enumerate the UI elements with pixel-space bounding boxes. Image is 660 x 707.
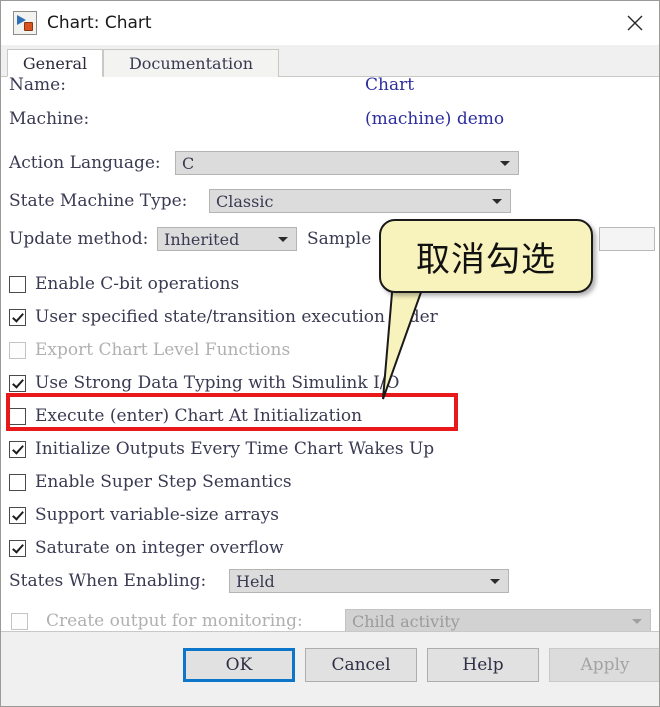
update-method-dropdown[interactable]: Inherited xyxy=(157,227,297,251)
checkbox-export-chart-level-functions: Export Chart Level Functions xyxy=(9,339,290,361)
close-icon xyxy=(627,15,643,31)
state-machine-type-value: Classic xyxy=(216,191,274,211)
update-method-label: Update method: xyxy=(9,229,149,249)
chart-icon-square xyxy=(24,22,33,31)
apply-button: Apply xyxy=(549,648,659,682)
callout-tail xyxy=(382,275,427,400)
action-language-dropdown[interactable]: C xyxy=(175,151,519,175)
tab-strip: General Documentation xyxy=(1,45,659,77)
machine-value: (machine) demo xyxy=(365,109,505,129)
states-when-enabling-label: States When Enabling: xyxy=(9,571,207,591)
name-label: Name: xyxy=(9,75,66,95)
ok-button[interactable]: OK xyxy=(183,648,295,682)
ok-button-label: OK xyxy=(225,655,253,675)
action-language-label: Action Language: xyxy=(9,153,161,173)
state-machine-type-row: State Machine Type: Classic xyxy=(1,187,659,219)
checkbox-box xyxy=(9,407,26,425)
general-tab-panel: Name: Chart Machine: (machine) demo Acti… xyxy=(1,75,659,633)
annotation-callout: 取消勾选 xyxy=(379,219,593,293)
checkbox-initialize-outputs-every-time[interactable]: Initialize Outputs Every Time Chart Wake… xyxy=(9,438,434,460)
tab-general-label: General xyxy=(22,53,88,73)
close-button[interactable] xyxy=(609,1,659,45)
chevron-down-icon xyxy=(278,237,288,242)
checkbox-enable-super-step-semantics[interactable]: Enable Super Step Semantics xyxy=(9,471,292,493)
sample-time-label: Sample xyxy=(307,229,372,249)
window-title: Chart: Chart xyxy=(47,13,152,33)
checkbox-label: Enable Super Step Semantics xyxy=(35,472,292,492)
checkbox-label: Execute (enter) Chart At Initialization xyxy=(35,406,363,426)
update-method-value: Inherited xyxy=(164,229,240,249)
help-button[interactable]: Help xyxy=(427,648,539,682)
checkbox-enable-c-bit-operations[interactable]: Enable C-bit operations xyxy=(9,273,239,295)
checkbox-label: Initialize Outputs Every Time Chart Wake… xyxy=(35,439,435,459)
checkbox-support-variable-size-arrays[interactable]: Support variable-size arrays xyxy=(9,504,279,526)
cancel-button-label: Cancel xyxy=(331,655,391,675)
states-when-enabling-dropdown[interactable]: Held xyxy=(229,569,509,593)
checkbox-label: Saturate on integer overflow xyxy=(35,538,284,558)
action-language-row: Action Language: C xyxy=(1,149,659,181)
create-output-dropdown: Child activity xyxy=(345,609,651,633)
state-machine-type-label: State Machine Type: xyxy=(9,191,188,211)
checkbox-label: User specified state/transition executio… xyxy=(35,307,438,327)
tab-documentation[interactable]: Documentation xyxy=(103,49,279,77)
stateflow-chart-icon xyxy=(13,11,37,35)
checkbox-execute-chart-at-initialization[interactable]: Execute (enter) Chart At Initialization xyxy=(9,405,362,427)
checkbox-box xyxy=(9,440,26,458)
tab-documentation-label: Documentation xyxy=(128,54,254,73)
checkbox-user-specified-execution-order[interactable]: User specified state/transition executio… xyxy=(9,306,438,328)
annotation-callout-text: 取消勾选 xyxy=(416,239,556,280)
action-language-value: C xyxy=(182,153,195,173)
checkbox-box xyxy=(9,341,26,359)
checkbox-box xyxy=(9,539,26,557)
help-button-label: Help xyxy=(462,655,504,675)
checkbox-box xyxy=(9,308,26,326)
checkbox-box xyxy=(9,275,26,293)
checkbox-box xyxy=(9,506,26,524)
checkbox-saturate-on-integer-overflow[interactable]: Saturate on integer overflow xyxy=(9,537,284,559)
name-value: Chart xyxy=(365,75,415,95)
states-when-enabling-row: States When Enabling: Held xyxy=(1,567,659,599)
chart-properties-dialog: Chart: Chart General Documentation Name:… xyxy=(0,0,660,707)
chevron-down-icon xyxy=(492,199,502,204)
checkbox-label: Enable C-bit operations xyxy=(35,274,240,294)
checkbox-use-strong-data-typing[interactable]: Use Strong Data Typing with Simulink I/O xyxy=(9,372,399,394)
state-machine-type-dropdown[interactable]: Classic xyxy=(209,189,511,213)
chevron-down-icon xyxy=(500,161,510,166)
create-output-label: Create output for monitoring: xyxy=(46,611,303,631)
cancel-button[interactable]: Cancel xyxy=(305,648,417,682)
sample-time-input[interactable] xyxy=(599,227,655,251)
checkbox-label: Export Chart Level Functions xyxy=(35,340,291,360)
checkbox-label: Use Strong Data Typing with Simulink I/O xyxy=(35,373,400,393)
create-output-value: Child activity xyxy=(352,611,460,631)
dialog-footer: OK Cancel Help Apply xyxy=(1,631,659,706)
states-when-enabling-value: Held xyxy=(236,571,275,591)
tab-general[interactable]: General xyxy=(7,49,103,77)
checkbox-box xyxy=(9,473,26,491)
chevron-down-icon xyxy=(632,619,642,624)
checkbox-label: Support variable-size arrays xyxy=(35,505,279,525)
chevron-down-icon xyxy=(490,579,500,584)
apply-button-label: Apply xyxy=(580,655,630,675)
checkbox-create-output-for-monitoring xyxy=(11,613,28,630)
machine-label: Machine: xyxy=(9,109,90,129)
title-bar: Chart: Chart xyxy=(1,1,659,45)
checkbox-box xyxy=(9,374,26,392)
